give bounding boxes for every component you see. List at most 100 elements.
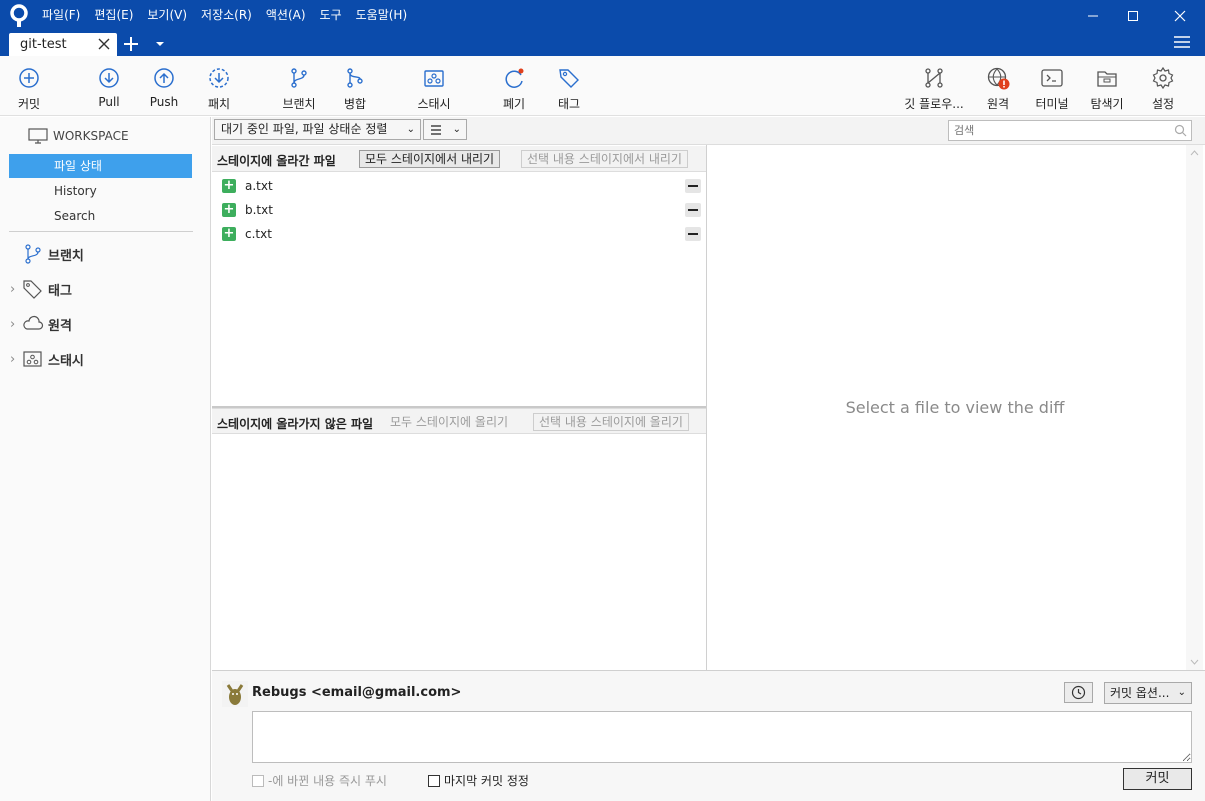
- chevron-right-icon[interactable]: ›: [10, 282, 22, 297]
- diff-placeholder: Select a file to view the diff: [845, 398, 1065, 417]
- commit-message-input[interactable]: [252, 711, 1192, 763]
- unstage-all-button[interactable]: 모두 스테이지에서 내리기: [359, 150, 501, 168]
- stash-label: 스태시: [417, 97, 451, 111]
- chevron-down-icon: ⌄: [452, 124, 461, 135]
- merge-button[interactable]: 병합: [340, 56, 370, 116]
- workspace-header: WORKSPACE: [28, 128, 129, 144]
- search-icon: [1174, 124, 1187, 137]
- unstage-file-icon[interactable]: [685, 179, 701, 193]
- branch-icon: [25, 244, 41, 264]
- menu-help[interactable]: 도움말(H): [356, 6, 408, 26]
- push-icon: [154, 68, 174, 88]
- menu-repository[interactable]: 저장소(R): [201, 6, 252, 26]
- minimize-icon: [1088, 15, 1098, 17]
- sidebar-group-tags-label: 태그: [48, 283, 72, 299]
- push-immediately-checkbox[interactable]: -에 바뀐 내용 즉시 푸시: [252, 772, 387, 789]
- added-file-icon: +: [222, 202, 236, 217]
- commit-options-dropdown[interactable]: 커밋 옵션... ⌄: [1104, 682, 1192, 704]
- unstage-file-icon[interactable]: [685, 203, 701, 217]
- pull-button[interactable]: Pull: [92, 56, 126, 116]
- tab-close-icon[interactable]: [97, 37, 111, 51]
- sidebar-item-search[interactable]: Search: [9, 204, 192, 228]
- menu-view[interactable]: 보기(V): [147, 6, 187, 26]
- scroll-up-icon[interactable]: [1186, 147, 1203, 159]
- terminal-button[interactable]: 터미널: [1033, 56, 1071, 116]
- sort-dropdown[interactable]: 대기 중인 파일, 파일 상태순 정렬 ⌄: [214, 119, 421, 140]
- sidebar-group-remotes[interactable]: › 원격: [10, 312, 72, 336]
- commit-options-label: 커밋 옵션...: [1110, 686, 1170, 700]
- terminal-icon: [1041, 69, 1063, 87]
- staged-file-row[interactable]: + a.txt: [222, 176, 702, 198]
- maximize-button[interactable]: [1113, 4, 1153, 28]
- branch-icon: [291, 68, 307, 88]
- amend-checkbox[interactable]: 마지막 커밋 정정: [428, 772, 529, 789]
- commit-toolbar-button[interactable]: 커밋: [12, 56, 46, 116]
- commit-button[interactable]: 커밋: [1123, 768, 1192, 790]
- toolbar: 커밋 Pull Push 패치 브랜치 병합 스태시 폐기 태그 깃 플로우..…: [0, 56, 1205, 116]
- menu-tools[interactable]: 도구: [320, 6, 342, 26]
- sidebar-item-file-status[interactable]: 파일 상태: [9, 154, 192, 178]
- close-icon: [1174, 10, 1186, 22]
- scroll-down-icon[interactable]: [1186, 656, 1203, 668]
- sidebar-group-stashes[interactable]: › 스태시: [10, 347, 84, 371]
- search-box[interactable]: [948, 120, 1192, 141]
- stash-button[interactable]: 스태시: [414, 56, 454, 116]
- new-tab-icon[interactable]: [122, 35, 140, 53]
- gear-icon: [1152, 66, 1174, 90]
- commit-icon: [19, 68, 39, 88]
- unstaged-title: 스테이지에 올라가지 않은 파일: [217, 417, 374, 431]
- menu-edit[interactable]: 편집(E): [94, 6, 133, 26]
- explorer-label: 탐색기: [1090, 97, 1124, 111]
- hamburger-menu-icon[interactable]: [1174, 35, 1190, 49]
- sidebar-group-tags[interactable]: › 태그: [10, 277, 72, 301]
- sidebar-item-history[interactable]: History: [9, 179, 192, 203]
- staged-panel-header: 스테이지에 올라간 파일 모두 스테이지에서 내리기 선택 내용 스테이지에서 …: [212, 146, 706, 172]
- view-mode-dropdown[interactable]: ⌄: [423, 119, 467, 140]
- branch-label: 브랜치: [282, 97, 316, 111]
- repo-tab[interactable]: git-test: [9, 33, 117, 56]
- push-button[interactable]: Push: [146, 56, 182, 116]
- staged-file-row[interactable]: + b.txt: [222, 200, 702, 222]
- unstage-file-icon[interactable]: [685, 227, 701, 241]
- tag-button[interactable]: 태그: [554, 56, 584, 116]
- title-bar: 파일(F) 편집(E) 보기(V) 저장소(R) 액션(A) 도구 도움말(H)…: [0, 0, 1205, 56]
- remote-label: 원격: [986, 97, 1010, 111]
- push-label: Push: [149, 95, 179, 109]
- sort-dropdown-label: 대기 중인 파일, 파일 상태순 정렬: [221, 122, 388, 136]
- minimize-button[interactable]: [1073, 4, 1113, 28]
- chevron-down-icon: ⌄: [406, 124, 415, 135]
- filter-bar: 대기 중인 파일, 파일 상태순 정렬 ⌄ ⌄: [212, 117, 1205, 145]
- fetch-label: 패치: [207, 97, 231, 111]
- fetch-button[interactable]: 패치: [202, 56, 236, 116]
- tab-list-chevron-icon[interactable]: [155, 40, 165, 48]
- branch-button[interactable]: 브랜치: [279, 56, 319, 116]
- remote-button[interactable]: 원격: [983, 56, 1013, 116]
- push-immediately-label: -에 바뀐 내용 즉시 푸시: [268, 774, 387, 788]
- stage-all-button[interactable]: 모두 스테이지에 올리기: [384, 413, 514, 431]
- commit-history-button[interactable]: [1064, 682, 1093, 703]
- menu-actions[interactable]: 액션(A): [266, 6, 306, 26]
- diff-scrollbar[interactable]: [1186, 145, 1203, 670]
- stage-selected-button[interactable]: 선택 내용 스테이지에 올리기: [533, 413, 689, 431]
- repo-tab-label: git-test: [20, 37, 67, 52]
- list-icon: [431, 125, 441, 135]
- checkbox-box: [428, 774, 440, 787]
- close-window-button[interactable]: [1160, 4, 1200, 28]
- sidebar-group-stashes-label: 스태시: [48, 353, 84, 369]
- menu-bar: 파일(F) 편집(E) 보기(V) 저장소(R) 액션(A) 도구 도움말(H): [42, 6, 407, 26]
- discard-button[interactable]: 폐기: [499, 56, 529, 116]
- unstage-selected-button[interactable]: 선택 내용 스테이지에서 내리기: [521, 150, 688, 168]
- explorer-button[interactable]: 탐색기: [1087, 56, 1127, 116]
- staged-file-row[interactable]: + c.txt: [222, 224, 702, 246]
- sourcetree-logo-icon: [10, 4, 28, 27]
- menu-file[interactable]: 파일(F): [42, 6, 80, 26]
- search-input[interactable]: [949, 121, 1159, 140]
- chevron-right-icon[interactable]: ›: [10, 352, 22, 367]
- settings-button[interactable]: 설정: [1148, 56, 1178, 116]
- sidebar-group-branches[interactable]: 브랜치: [10, 242, 84, 266]
- commit-author: Rebugs <email@gmail.com>: [252, 685, 462, 700]
- file-name: b.txt: [245, 203, 273, 217]
- merge-label: 병합: [343, 97, 367, 111]
- gitflow-button[interactable]: 깃 플로우...: [900, 56, 968, 116]
- chevron-right-icon[interactable]: ›: [10, 317, 22, 332]
